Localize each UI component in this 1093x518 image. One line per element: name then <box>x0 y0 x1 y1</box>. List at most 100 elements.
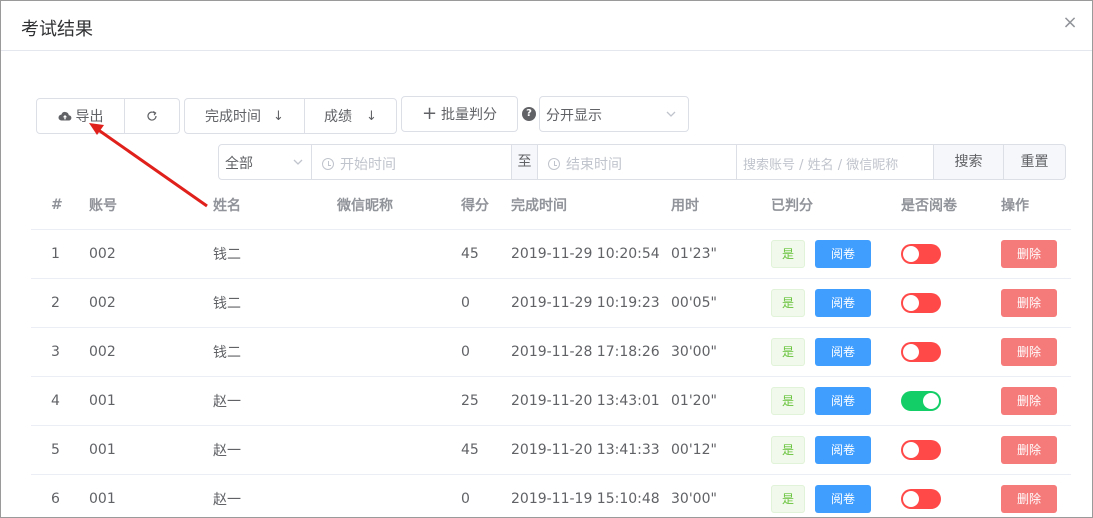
name-cell: 钱二 <box>213 229 337 279</box>
table-row: 1 002 钱二 45 2019-11-29 10:20:54 01'23" 是阅卷 删除 <box>31 229 1071 279</box>
col-header: # <box>31 182 89 230</box>
batch-grade-label: 批量判分 <box>441 107 498 123</box>
delete-button[interactable]: 删除 <box>1001 484 1057 513</box>
exam-results-dialog: 考试结果 × 导出 完成时间 ↓ 成绩 ↓ + 批量判分 ? 分开显示 全部 开… <box>0 0 1093 518</box>
graded-cell: 是阅卷 <box>771 376 901 426</box>
account-cell: 002 <box>89 229 213 279</box>
review-button[interactable]: 阅卷 <box>815 337 871 366</box>
col-header: 账号 <box>89 182 213 230</box>
review-button[interactable]: 阅卷 <box>815 386 871 415</box>
delete-button[interactable]: 删除 <box>1001 435 1057 464</box>
reviewed-switch[interactable] <box>901 341 941 362</box>
delete-button[interactable]: 删除 <box>1001 386 1057 415</box>
chevron-down-icon <box>666 111 676 117</box>
name-cell: 钱二 <box>213 327 337 377</box>
wechat-cell <box>337 425 461 475</box>
search-input[interactable]: 搜索账号 / 姓名 / 微信昵称 <box>736 144 934 180</box>
duration-cell: 30'00" <box>671 474 771 517</box>
duration-cell: 00'05" <box>671 278 771 328</box>
review-button[interactable]: 阅卷 <box>815 239 871 268</box>
refresh-icon <box>147 110 157 121</box>
reviewed-switch[interactable] <box>901 292 941 313</box>
help-icon[interactable]: ? <box>522 107 536 121</box>
finished-time-cell: 2019-11-19 15:10:48 <box>511 474 671 517</box>
status-select[interactable]: 全部 <box>218 144 312 180</box>
display-mode-select[interactable]: 分开显示 <box>539 96 689 132</box>
wechat-cell <box>337 229 461 279</box>
results-table: # 账号 姓名 微信昵称 得分 完成时间 用时 已判分 是否阅卷 操作 1 002… <box>31 182 1071 517</box>
reviewed-switch[interactable] <box>901 243 941 264</box>
table-header-row: # 账号 姓名 微信昵称 得分 完成时间 用时 已判分 是否阅卷 操作 <box>31 182 1071 230</box>
delete-button[interactable]: 删除 <box>1001 239 1057 268</box>
delete-button[interactable]: 删除 <box>1001 288 1057 317</box>
dialog-title: 考试结果 <box>21 19 93 40</box>
refresh-button[interactable] <box>124 98 180 134</box>
finished-time-cell: 2019-11-20 13:41:33 <box>511 425 671 475</box>
chevron-down-icon <box>293 159 303 165</box>
action-cell: 删除 <box>1001 229 1071 279</box>
reset-button[interactable]: 重置 <box>1003 144 1066 180</box>
table-row: 5 001 赵一 45 2019-11-20 13:41:33 00'12" 是阅卷 删除 <box>31 425 1071 475</box>
row-index: 1 <box>31 229 89 279</box>
graded-tag: 是 <box>771 239 805 268</box>
clock-icon <box>322 158 334 170</box>
start-time-placeholder: 开始时间 <box>340 157 396 173</box>
search-placeholder: 搜索账号 / 姓名 / 微信昵称 <box>743 158 899 173</box>
col-header: 操作 <box>1001 182 1071 230</box>
batch-grade-button[interactable]: + 批量判分 <box>401 96 518 132</box>
export-label: 导出 <box>75 109 104 125</box>
graded-cell: 是阅卷 <box>771 327 901 377</box>
dialog-header: 考试结果 × <box>1 1 1092 51</box>
account-cell: 001 <box>89 474 213 517</box>
reviewed-cell <box>901 474 1001 517</box>
graded-tag: 是 <box>771 288 805 317</box>
reviewed-switch[interactable] <box>901 439 941 460</box>
clock-icon <box>548 158 560 170</box>
action-cell: 删除 <box>1001 278 1071 328</box>
row-index: 3 <box>31 327 89 377</box>
finished-time-cell: 2019-11-29 10:20:54 <box>511 229 671 279</box>
duration-cell: 01'20" <box>671 376 771 426</box>
name-cell: 钱二 <box>213 278 337 328</box>
reviewed-switch[interactable] <box>901 390 941 411</box>
graded-cell: 是阅卷 <box>771 278 901 328</box>
account-cell: 001 <box>89 376 213 426</box>
delete-button[interactable]: 删除 <box>1001 337 1057 366</box>
wechat-cell <box>337 376 461 426</box>
name-cell: 赵一 <box>213 376 337 426</box>
review-button[interactable]: 阅卷 <box>815 288 871 317</box>
reviewed-cell <box>901 376 1001 426</box>
score-cell: 45 <box>461 425 511 475</box>
table-row: 3 002 钱二 0 2019-11-28 17:18:26 30'00" 是阅卷 删除 <box>31 327 1071 377</box>
finished-time-cell: 2019-11-29 10:19:23 <box>511 278 671 328</box>
table-row: 4 001 赵一 25 2019-11-20 13:43:01 01'20" 是阅卷 删除 <box>31 376 1071 426</box>
review-button[interactable]: 阅卷 <box>815 435 871 464</box>
name-cell: 赵一 <box>213 425 337 475</box>
end-time-field: 结束时间 <box>548 154 622 174</box>
search-button[interactable]: 搜索 <box>933 144 1004 180</box>
sort-by-score-button[interactable]: 成绩 ↓ <box>304 98 397 134</box>
graded-tag: 是 <box>771 337 805 366</box>
end-time-input[interactable]: 结束时间 <box>537 144 737 180</box>
reviewed-cell <box>901 229 1001 279</box>
score-cell: 0 <box>461 278 511 328</box>
account-cell: 001 <box>89 425 213 475</box>
status-value: 全部 <box>225 156 253 172</box>
start-time-field: 开始时间 <box>322 154 396 174</box>
finished-time-cell: 2019-11-28 17:18:26 <box>511 327 671 377</box>
close-icon[interactable]: × <box>1062 13 1078 33</box>
reviewed-switch[interactable] <box>901 488 941 509</box>
cloud-upload-icon <box>58 111 71 121</box>
row-index: 6 <box>31 474 89 517</box>
start-time-input[interactable]: 开始时间 <box>311 144 512 180</box>
score-cell: 25 <box>461 376 511 426</box>
review-button[interactable]: 阅卷 <box>815 484 871 513</box>
row-index: 4 <box>31 376 89 426</box>
score-cell: 0 <box>461 327 511 377</box>
export-button[interactable]: 导出 <box>36 98 125 134</box>
plus-icon: + <box>421 103 438 124</box>
account-cell: 002 <box>89 327 213 377</box>
sort-by-time-button[interactable]: 完成时间 ↓ <box>184 98 305 134</box>
reviewed-cell <box>901 327 1001 377</box>
sort-down-icon: ↓ <box>273 108 284 124</box>
